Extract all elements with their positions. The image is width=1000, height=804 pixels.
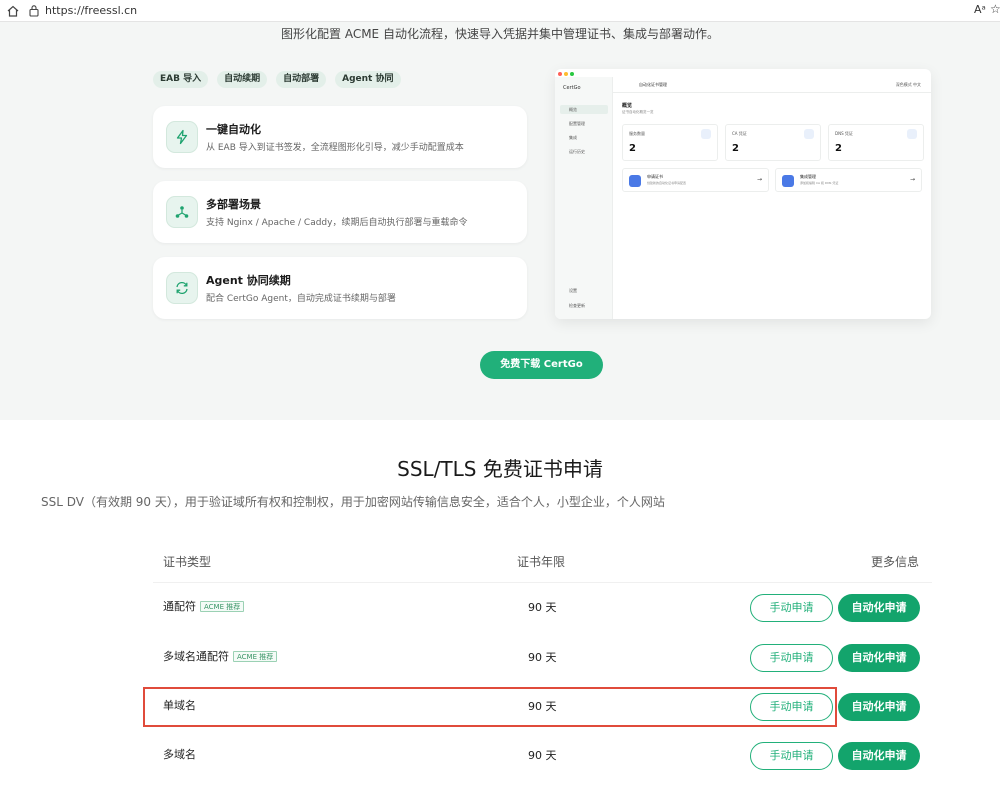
- stat-label: CA 凭证: [732, 131, 747, 136]
- table-row: 单域名 90 天 手动申请 自动化申请: [153, 681, 932, 730]
- cert-term: 90 天: [528, 749, 557, 762]
- window-dot: [570, 72, 574, 76]
- mock-stat-card: CA 凭证 2: [725, 124, 821, 161]
- mock-brand: CertGo: [563, 85, 581, 91]
- auto-apply-button[interactable]: 自动化申请: [838, 594, 920, 622]
- acme-badge: ACME 推荐: [233, 650, 278, 662]
- feature-card-automation: 一键自动化 从 EAB 导入到证书签发，全流程图形化引导，减少手动配置成本: [153, 106, 527, 168]
- feature-desc: 配合 CertGo Agent，自动完成证书续期与部署: [206, 294, 396, 304]
- auto-apply-button[interactable]: 自动化申请: [838, 644, 920, 672]
- stat-icon: [701, 129, 711, 139]
- chip-auto-deploy: 自动部署: [276, 71, 327, 88]
- manual-apply-button[interactable]: 手动申请: [750, 742, 833, 770]
- manual-apply-button[interactable]: 手动申请: [750, 644, 833, 672]
- action-desc: 添加和编辑 CA 和 DNS 凭证: [800, 181, 839, 185]
- mock-overview-title: 概览: [622, 103, 633, 109]
- link-icon: [782, 175, 794, 187]
- mock-topbar-right: 深色模式 中文: [895, 82, 921, 87]
- column-header-type: 证书类型: [163, 555, 212, 569]
- chip-agent: Agent 协同: [335, 71, 401, 88]
- arrow-right-icon: →: [909, 176, 915, 183]
- window-dot: [564, 72, 568, 76]
- mock-topbar-title: 自动化证书管理: [639, 82, 667, 87]
- feature-card-agent: Agent 协同续期 配合 CertGo Agent，自动完成证书续期与部署: [153, 257, 527, 319]
- window-dot: [558, 72, 562, 76]
- row-name-cell: 通配符 ACME 推荐: [163, 598, 245, 614]
- table-row: 通配符 ACME 推荐 90 天 手动申请 自动化申请: [153, 582, 932, 631]
- mock-nav-item: 集成: [569, 135, 577, 140]
- section-subtitle: SSL DV（有效期 90 天），用于验证域所有权和控制权，用于加密网站传输信息…: [41, 495, 665, 509]
- chip-eab: EAB 导入: [153, 71, 209, 88]
- mock-nav-update: 检查更新: [569, 303, 585, 308]
- column-header-info: 更多信息: [871, 555, 920, 569]
- window-controls: [558, 72, 574, 76]
- column-header-term: 证书年限: [517, 555, 566, 569]
- stat-value: 2: [629, 143, 636, 154]
- feature-desc: 支持 Nginx / Apache / Caddy，续期后自动执行部署与重载命令: [206, 218, 468, 228]
- stat-icon: [907, 129, 917, 139]
- chip-auto-renew: 自动续期: [217, 71, 268, 88]
- cert-type: 多域名通配符: [163, 650, 229, 663]
- read-aloud-icon[interactable]: Aᵃ: [974, 3, 986, 16]
- home-icon[interactable]: [6, 4, 20, 18]
- stat-label: DNS 凭证: [835, 131, 853, 136]
- section-title: SSL/TLS 免费证书申请: [397, 457, 603, 481]
- table-row: 多域名通配符 ACME 推荐 90 天 手动申请 自动化申请: [153, 632, 932, 681]
- mock-nav-item: 概览: [560, 105, 608, 114]
- url-field[interactable]: https://freessl.cn: [45, 4, 137, 17]
- stat-icon: [804, 129, 814, 139]
- mock-nav-item: 配置管理: [569, 121, 585, 126]
- action-desc: 创建新的自动化证书申请配置: [647, 181, 687, 185]
- favorite-star-icon[interactable]: ☆: [990, 2, 1000, 16]
- mock-action-card: 集成管理 添加和编辑 CA 和 DNS 凭证 →: [775, 168, 922, 192]
- mock-overview-sub: 证书自动化概览一览: [622, 110, 654, 114]
- manual-apply-button[interactable]: 手动申请: [750, 594, 833, 622]
- cert-term: 90 天: [528, 700, 557, 713]
- feature-title: 多部署场景: [206, 198, 261, 211]
- auto-apply-button[interactable]: 自动化申请: [838, 693, 920, 721]
- feature-card-deploy: 多部署场景 支持 Nginx / Apache / Caddy，续期后自动执行部…: [153, 181, 527, 243]
- mock-topbar: 自动化证书管理 深色模式 中文: [613, 77, 931, 93]
- manual-apply-button[interactable]: 手动申请: [750, 693, 833, 721]
- feature-title: 一键自动化: [206, 123, 261, 136]
- cert-type: 单域名: [163, 699, 196, 712]
- mock-action-card: 申请证书 创建新的自动化证书申请配置 →: [622, 168, 769, 192]
- arrow-right-icon: →: [756, 176, 762, 183]
- row-name-cell: 多域名通配符 ACME 推荐: [163, 648, 278, 664]
- row-name-cell: 单域名: [163, 697, 196, 713]
- feature-chips: EAB 导入 自动续期 自动部署 Agent 协同: [153, 71, 401, 88]
- table-row: 多域名 90 天 手动申请 自动化申请: [153, 730, 932, 779]
- stat-value: 2: [732, 143, 739, 154]
- cert-type: 通配符: [163, 600, 196, 613]
- download-certgo-button[interactable]: 免费下载 CertGo: [480, 351, 603, 379]
- feature-desc: 从 EAB 导入到证书签发，全流程图形化引导，减少手动配置成本: [206, 143, 464, 153]
- mock-nav-item: 运行历史: [569, 149, 585, 154]
- lock-icon[interactable]: [28, 4, 40, 17]
- mock-sidebar: CertGo 概览 配置管理 集成 运行历史 设置 检查更新: [555, 77, 613, 319]
- stat-label: 服务数量: [629, 131, 645, 136]
- row-name-cell: 多域名: [163, 746, 196, 762]
- action-title: 申请证书: [647, 174, 663, 179]
- hero-subtitle: 图形化配置 ACME 自动化流程，快速导入凭据并集中管理证书、集成与部署动作。: [281, 27, 719, 41]
- acme-badge: ACME 推荐: [200, 600, 245, 612]
- plus-icon: [629, 175, 641, 187]
- sync-icon: [166, 272, 198, 304]
- cert-type: 多域名: [163, 748, 196, 761]
- action-title: 集成管理: [800, 174, 816, 179]
- network-icon: [166, 196, 198, 228]
- cert-term: 90 天: [528, 651, 557, 664]
- cert-term: 90 天: [528, 601, 557, 614]
- mock-nav-settings: 设置: [569, 288, 577, 293]
- lightning-icon: [166, 121, 198, 153]
- stat-value: 2: [835, 143, 842, 154]
- mock-stat-card: DNS 凭证 2: [828, 124, 924, 161]
- browser-address-bar: https://freessl.cn Aᵃ ☆: [0, 0, 1000, 22]
- mock-stat-card: 服务数量 2: [622, 124, 718, 161]
- feature-title: Agent 协同续期: [206, 274, 291, 287]
- auto-apply-button[interactable]: 自动化申请: [838, 742, 920, 770]
- app-screenshot-mockup: CertGo 概览 配置管理 集成 运行历史 设置 检查更新 自动化证书管理 深…: [555, 69, 931, 319]
